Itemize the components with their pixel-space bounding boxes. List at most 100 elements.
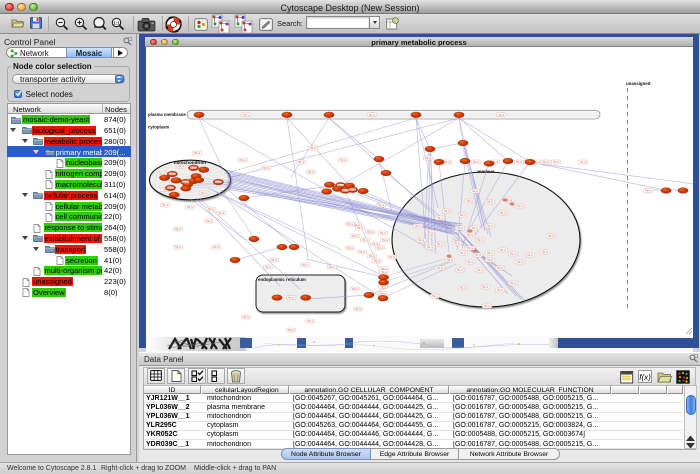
svg-text:endoplasmic reticulum: endoplasmic reticulum xyxy=(258,277,306,282)
svg-text:Mito-rx: Mito-rx xyxy=(167,187,173,190)
svg-text:Ybr-rx: Ybr-rx xyxy=(548,235,555,238)
svg-text:Ybr-rx: Ybr-rx xyxy=(500,212,507,215)
svg-text:Ybr-rx: Ybr-rx xyxy=(487,225,494,228)
svg-text:Ybr-rx: Ybr-rx xyxy=(265,266,272,269)
svg-text:Mito-rx: Mito-rx xyxy=(215,181,221,184)
svg-text:Ybr-rx: Ybr-rx xyxy=(460,287,467,290)
svg-text:Ybr-rx: Ybr-rx xyxy=(473,161,480,164)
svg-text:Ybr-rx: Ybr-rx xyxy=(460,252,467,255)
svg-text:Ybr-rx: Ybr-rx xyxy=(288,297,295,300)
svg-text:Ybr-rx: Ybr-rx xyxy=(307,320,314,323)
svg-text:Ybr-rx: Ybr-rx xyxy=(437,267,444,270)
svg-text:Ybr-rx: Ybr-rx xyxy=(298,161,305,164)
svg-text:Ybr-rx: Ybr-rx xyxy=(645,190,652,193)
svg-text:Ybr-rx: Ybr-rx xyxy=(497,289,504,292)
svg-text:Ybr-rx: Ybr-rx xyxy=(415,225,422,228)
svg-text:Ybr-rx: Ybr-rx xyxy=(194,152,201,155)
svg-text:Ybr-rx: Ybr-rx xyxy=(352,288,359,291)
svg-text:Mito-rx: Mito-rx xyxy=(182,181,188,184)
svg-text:Ybr-rx: Ybr-rx xyxy=(369,114,376,117)
svg-text:Ybr-rx: Ybr-rx xyxy=(201,192,208,195)
svg-text:Ybr-rx: Ybr-rx xyxy=(329,266,336,269)
svg-text:Ybr-rx: Ybr-rx xyxy=(389,256,396,259)
svg-text:Ybr-rx: Ybr-rx xyxy=(240,159,247,162)
svg-text:Ybr-rx: Ybr-rx xyxy=(178,165,185,168)
svg-text:Ybr-rx: Ybr-rx xyxy=(418,239,425,242)
svg-text:Ybr-rx: Ybr-rx xyxy=(380,292,387,295)
svg-text:Ybr-rx: Ybr-rx xyxy=(310,147,317,150)
svg-text:Ybr-rx: Ybr-rx xyxy=(355,308,362,311)
svg-text:Ybr-rx: Ybr-rx xyxy=(380,232,387,235)
svg-text:Ybr-rx: Ybr-rx xyxy=(340,159,347,162)
svg-text:Ybr-rx: Ybr-rx xyxy=(206,220,213,223)
svg-text:Ybr-rx: Ybr-rx xyxy=(457,227,464,230)
svg-text:Ybr-rx: Ybr-rx xyxy=(447,259,454,262)
svg-text:Ybr-rx: Ybr-rx xyxy=(381,271,388,274)
svg-text:Ybr-rx: Ybr-rx xyxy=(543,161,550,164)
svg-text:Ybr-rx: Ybr-rx xyxy=(527,254,534,257)
svg-text:Ybr-rx: Ybr-rx xyxy=(467,234,474,237)
svg-text:Ybr-rx: Ybr-rx xyxy=(352,235,359,238)
svg-text:Ybr-rx: Ybr-rx xyxy=(457,269,464,272)
svg-text:Ybr-rx: Ybr-rx xyxy=(367,231,374,234)
svg-text:Ybr-rx: Ybr-rx xyxy=(517,205,524,208)
svg-text:Ybr-rx: Ybr-rx xyxy=(517,261,524,264)
svg-text:plasma membrane: plasma membrane xyxy=(148,112,186,117)
svg-text:Ybr-rx: Ybr-rx xyxy=(372,243,379,246)
svg-text:Ybr-rx: Ybr-rx xyxy=(477,269,484,272)
svg-text:1:1: 1:1 xyxy=(113,21,120,26)
svg-text:Ybr-rx: Ybr-rx xyxy=(302,264,309,267)
svg-text:Mito-rx: Mito-rx xyxy=(342,189,348,192)
svg-text:Ybr-rx: Ybr-rx xyxy=(218,212,225,215)
svg-text:Ybr-rx: Ybr-rx xyxy=(308,171,315,174)
svg-text:Ybr-rx: Ybr-rx xyxy=(460,214,467,217)
svg-text:Ybr-rx: Ybr-rx xyxy=(454,242,461,245)
svg-text:Ybr-rx: Ybr-rx xyxy=(427,246,434,249)
svg-text:Ybr-rx: Ybr-rx xyxy=(374,260,381,263)
svg-text:Ybr-rx: Ybr-rx xyxy=(467,261,474,264)
svg-text:Ybr-rx: Ybr-rx xyxy=(467,200,474,203)
svg-text:Ybr-rx: Ybr-rx xyxy=(444,161,451,164)
svg-text:Ybr-rx: Ybr-rx xyxy=(213,246,220,249)
svg-text:Ybr-rx: Ybr-rx xyxy=(369,255,376,258)
svg-text:Ybr-rx: Ybr-rx xyxy=(243,316,250,319)
svg-text:Ybr-rx: Ybr-rx xyxy=(382,239,389,242)
svg-text:Ybr-rx: Ybr-rx xyxy=(380,286,387,289)
svg-text:Ybr-rx: Ybr-rx xyxy=(444,210,451,213)
svg-text:Ybr-rx: Ybr-rx xyxy=(477,239,484,242)
svg-text:Ybr-rx: Ybr-rx xyxy=(243,114,250,117)
svg-text:Ybr-rx: Ybr-rx xyxy=(475,254,482,257)
svg-text:cytoplasm: cytoplasm xyxy=(148,124,169,129)
svg-text:Ybr-rx: Ybr-rx xyxy=(437,243,444,246)
svg-text:Ybr-rx: Ybr-rx xyxy=(362,239,369,242)
svg-text:Ybr-rx: Ybr-rx xyxy=(487,259,494,262)
svg-text:Ybr-rx: Ybr-rx xyxy=(263,167,270,170)
svg-text:Ybr-rx: Ybr-rx xyxy=(484,305,491,308)
svg-text:Ybr-rx: Ybr-rx xyxy=(487,201,494,204)
svg-text:Ybr-rx: Ybr-rx xyxy=(187,206,194,209)
svg-text:Ybr-rx: Ybr-rx xyxy=(427,231,434,234)
svg-text:Ybr-rx: Ybr-rx xyxy=(437,217,444,220)
svg-text:Ybr-rx: Ybr-rx xyxy=(472,227,479,230)
svg-text:Ybr-rx: Ybr-rx xyxy=(347,247,354,250)
svg-text:Ybr-rx: Ybr-rx xyxy=(432,295,439,298)
svg-text:Ybr-rx: Ybr-rx xyxy=(516,161,523,164)
svg-text:Mito-rx: Mito-rx xyxy=(349,189,355,192)
svg-text:Ybr-rx: Ybr-rx xyxy=(482,286,489,289)
svg-text:Ybr-rx: Ybr-rx xyxy=(425,157,432,160)
svg-text:Mito-rx: Mito-rx xyxy=(337,184,343,187)
svg-text:Ybr-rx: Ybr-rx xyxy=(467,247,474,250)
svg-text:Ybr-rx: Ybr-rx xyxy=(347,223,354,226)
svg-text:Ybr-rx: Ybr-rx xyxy=(498,114,505,117)
svg-text:Ybr-rx: Ybr-rx xyxy=(288,329,295,332)
svg-text:Ybr-rx: Ybr-rx xyxy=(359,251,366,254)
svg-text:Ybr-rx: Ybr-rx xyxy=(175,246,182,249)
svg-text:Ybr-rx: Ybr-rx xyxy=(542,251,549,254)
svg-text:Ybr-rx: Ybr-rx xyxy=(175,228,182,231)
svg-text:Ybr-rx: Ybr-rx xyxy=(162,204,169,207)
svg-text:Ybr-rx: Ybr-rx xyxy=(553,161,560,164)
svg-text:Ybr-rx: Ybr-rx xyxy=(487,252,494,255)
svg-text:Mito-rx: Mito-rx xyxy=(190,167,196,170)
svg-text:Ybr-rx: Ybr-rx xyxy=(510,282,517,285)
svg-text:Ybr-rx: Ybr-rx xyxy=(510,253,517,256)
